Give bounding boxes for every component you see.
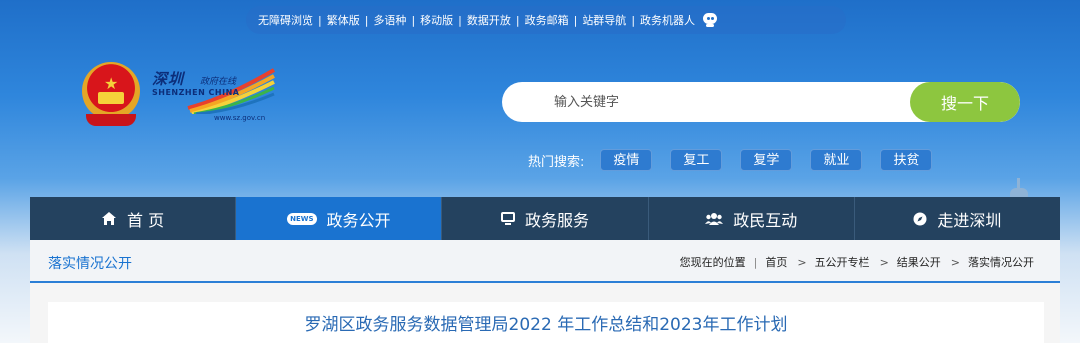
nav-gov-affairs-public-label: 政务公开 [326, 210, 391, 230]
divider: | [458, 13, 462, 27]
national-emblem-logo: ★ [78, 58, 144, 130]
chevron-right-icon: > [950, 255, 960, 269]
search-input[interactable] [502, 82, 912, 122]
nav-gov-services[interactable]: 政务服务 [442, 197, 649, 240]
logo-cn-subtitle: 政府在线 [200, 77, 237, 87]
main-nav: 首 页 NEWS 政务公开 政务服务 政民互动 走进深圳 [30, 197, 1060, 240]
site-logo[interactable]: 深圳 政府在线 SHENZHEN CHINA www.sz.gov.cn [150, 66, 278, 128]
nav-gov-services-label: 政务服务 [525, 210, 590, 230]
hot-search-label: 热门搜索: [528, 154, 585, 170]
hot-tag-employment[interactable]: 就业 [810, 149, 863, 171]
breadcrumb-prefix: 您现在的位置 [679, 256, 746, 269]
nav-citizen-interaction-label: 政民互动 [733, 210, 798, 230]
mobile-version-link[interactable]: 移动版 [420, 12, 453, 28]
hot-tag-resume-school[interactable]: 复学 [740, 149, 793, 171]
hot-search: 热门搜索: 疫情 复工 复学 就业 扶贫 [528, 148, 950, 172]
section-header: 落实情况公开 您现在的位置 | 首页 > 五公开专栏 > 结果公开 > 落实情况… [30, 240, 1060, 283]
nav-gov-affairs-public[interactable]: NEWS 政务公开 [236, 197, 443, 240]
divider: | [318, 13, 322, 27]
nav-home-label: 首 页 [127, 210, 165, 230]
hot-tag-poverty-relief[interactable]: 扶贫 [880, 149, 933, 171]
compass-icon [913, 212, 927, 226]
search-button[interactable]: 搜一下 [910, 82, 1020, 122]
logo-url: www.sz.gov.cn [214, 114, 266, 122]
hot-tag-resume-work[interactable]: 复工 [670, 149, 723, 171]
gov-mail-link[interactable]: 政务邮箱 [525, 12, 569, 28]
article-header: 罗湖区政务服务数据管理局2022 年工作总结和2023年工作计划 [48, 302, 1044, 343]
nav-home[interactable]: 首 页 [30, 197, 237, 240]
hot-tag-epidemic[interactable]: 疫情 [600, 149, 653, 171]
article-title: 罗湖区政务服务数据管理局2022 年工作总结和2023年工作计划 [304, 315, 788, 335]
open-data-link[interactable]: 数据开放 [467, 12, 511, 28]
tower-silhouette [1004, 178, 1034, 200]
site-navigation-link[interactable]: 站群导航 [582, 12, 626, 28]
breadcrumb-five-public[interactable]: 五公开专栏 [815, 254, 870, 270]
breadcrumb-results-public[interactable]: 结果公开 [897, 254, 941, 270]
breadcrumb: 您现在的位置 | 首页 > 五公开专栏 > 结果公开 > 落实情况公开 [680, 254, 1034, 270]
people-icon [705, 212, 724, 225]
divider: | [515, 13, 520, 27]
home-icon [101, 211, 117, 226]
logo-en-title: SHENZHEN CHINA [152, 88, 240, 97]
chevron-right-icon: > [879, 255, 889, 269]
utility-bar: 无障碍浏览 | 繁体版 | 多语种 | 移动版 | 数据开放 | 政务邮箱 | … [246, 6, 846, 34]
section-title: 落实情况公开 [48, 256, 132, 272]
monitor-icon [501, 212, 515, 225]
search-box: 搜一下 [502, 82, 1020, 122]
nav-citizen-interaction[interactable]: 政民互动 [649, 197, 855, 240]
divider: | [364, 13, 369, 27]
chevron-right-icon: > [797, 255, 807, 269]
nav-explore-shenzhen[interactable]: 走进深圳 [855, 197, 1060, 240]
divider: | [411, 13, 416, 27]
logo-cn-title: 深圳 [152, 70, 185, 88]
news-icon: NEWS [287, 212, 317, 225]
robot-icon[interactable] [701, 12, 719, 28]
divider: | [753, 255, 758, 269]
divider: | [573, 13, 578, 27]
traditional-chinese-link[interactable]: 繁体版 [327, 12, 360, 28]
breadcrumb-home[interactable]: 首页 [765, 254, 787, 270]
content-area: 落实情况公开 您现在的位置 | 首页 > 五公开专栏 > 结果公开 > 落实情况… [30, 240, 1060, 343]
divider: | [631, 13, 636, 27]
breadcrumb-current[interactable]: 落实情况公开 [968, 254, 1034, 270]
multilingual-link[interactable]: 多语种 [373, 12, 406, 28]
gov-robot-link[interactable]: 政务机器人 [640, 12, 695, 28]
accessibility-link[interactable]: 无障碍浏览 [258, 12, 313, 28]
nav-explore-shenzhen-label: 走进深圳 [937, 210, 1002, 230]
